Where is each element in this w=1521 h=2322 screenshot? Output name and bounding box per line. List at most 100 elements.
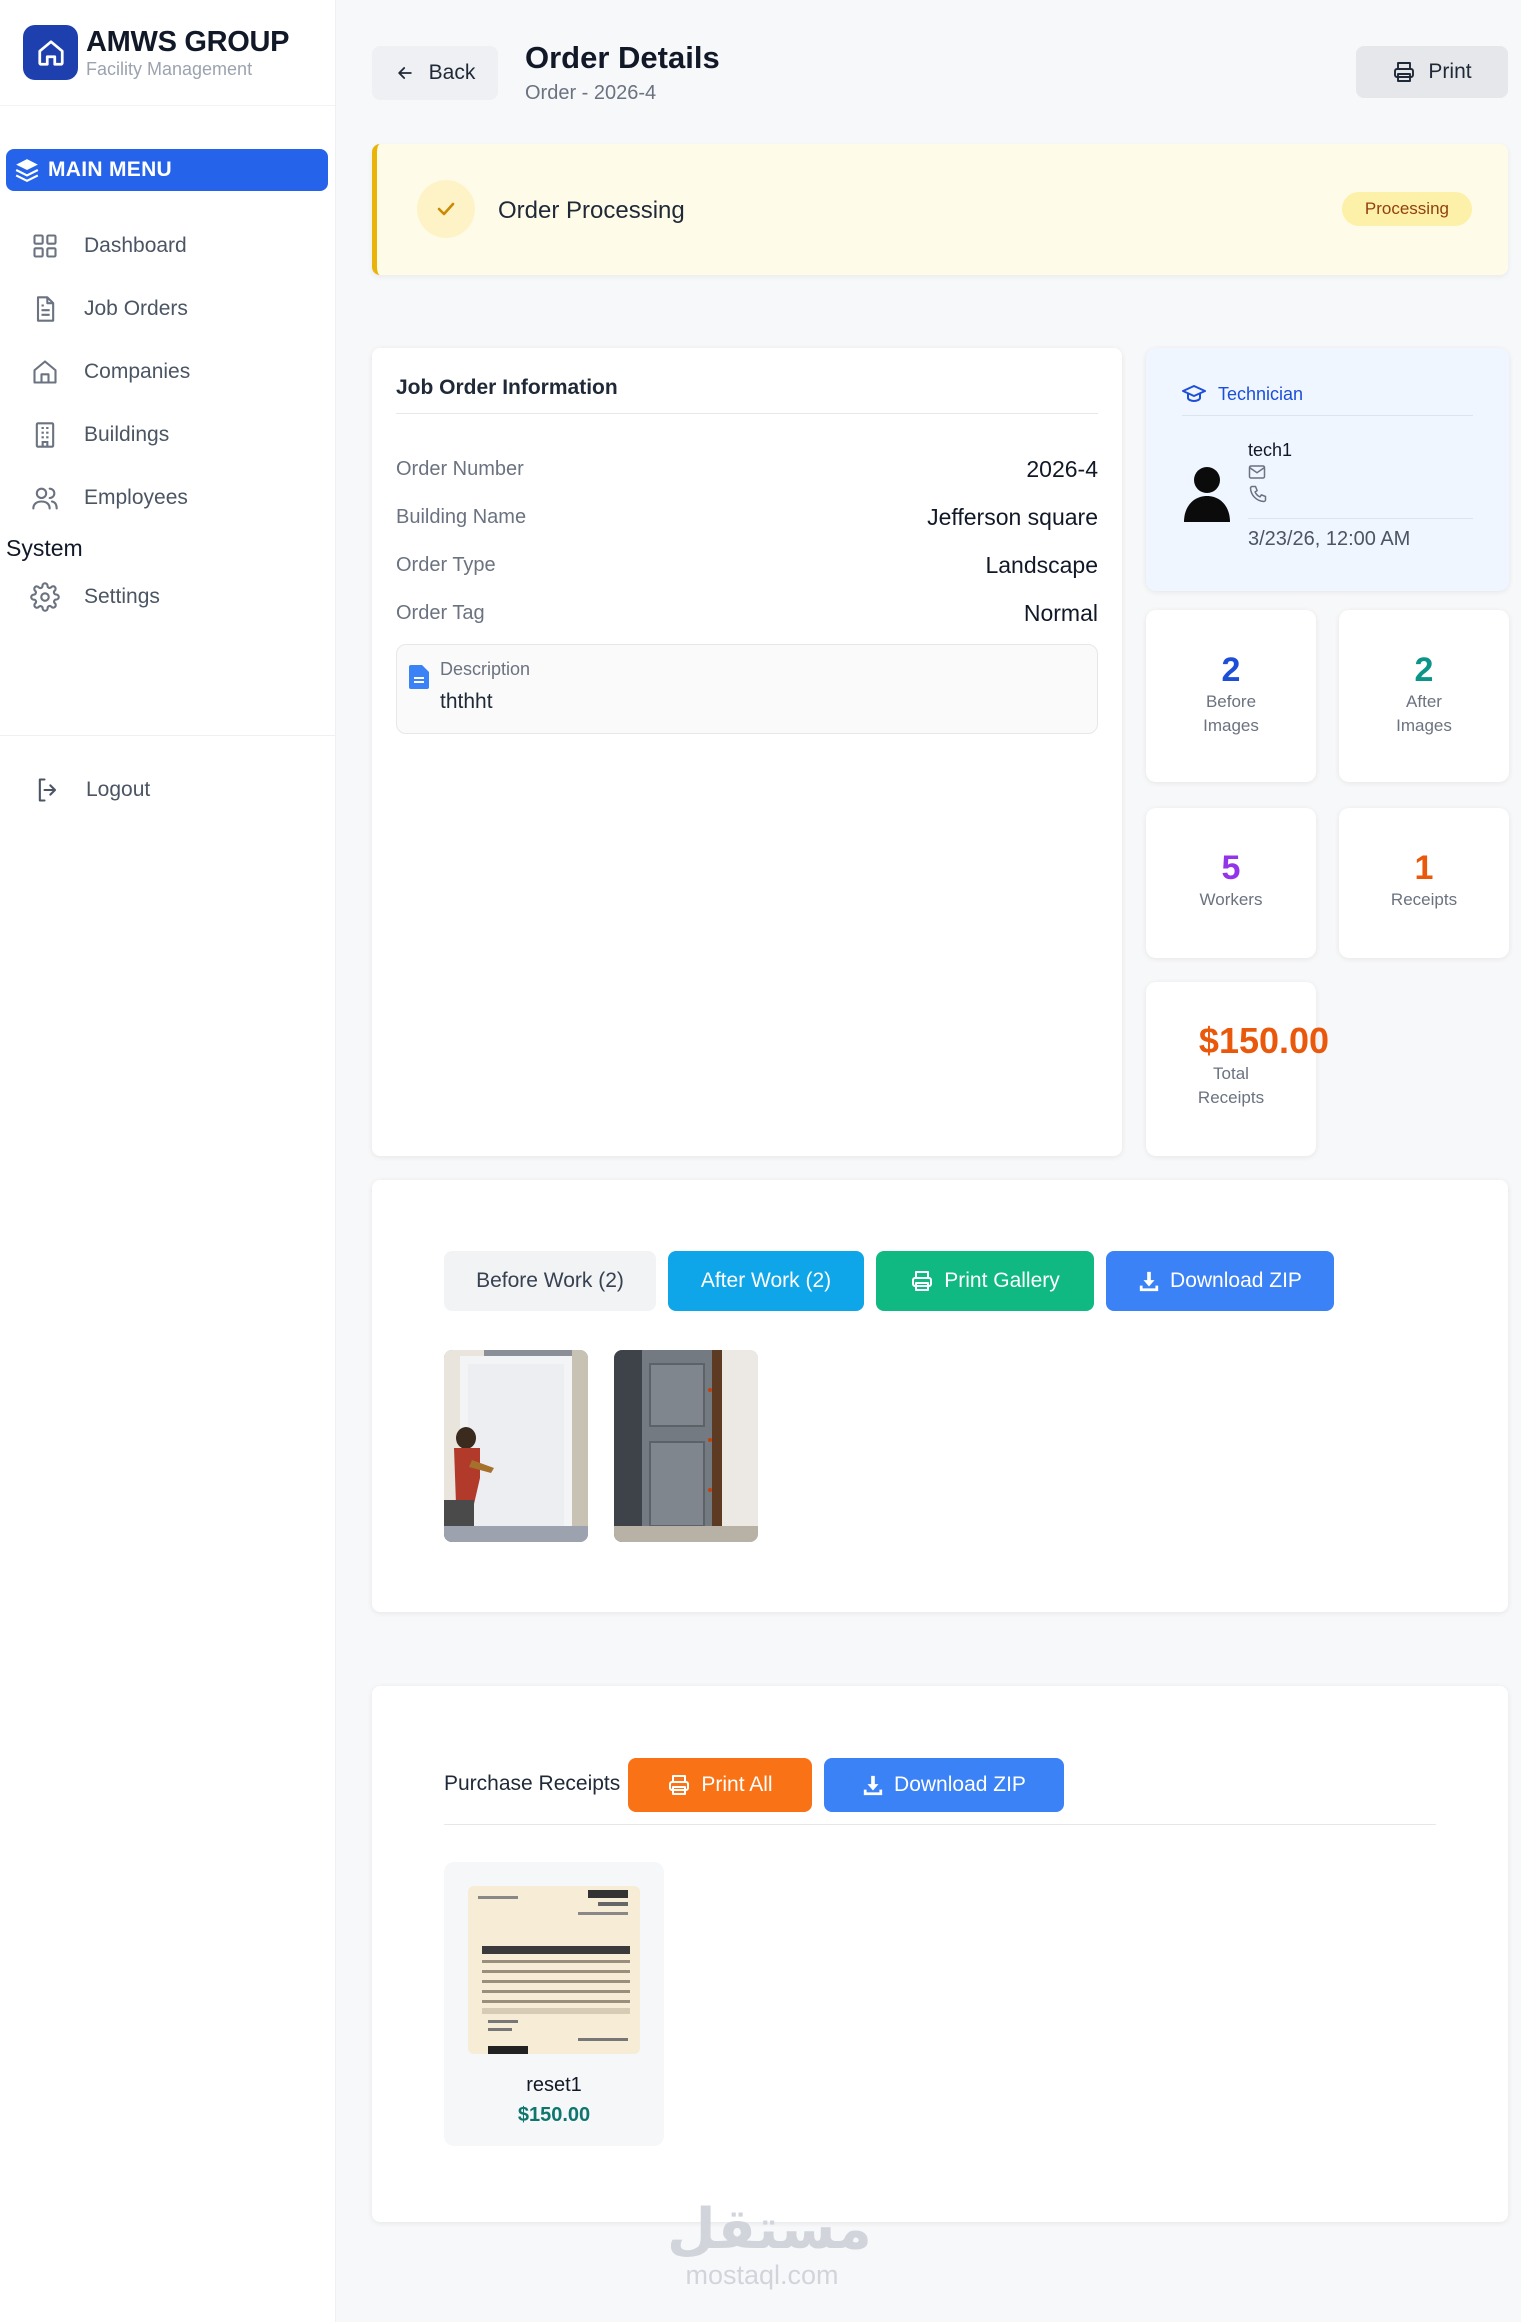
sidebar-item-settings[interactable]: Settings bbox=[30, 577, 160, 617]
sidebar-item-employees[interactable]: Employees bbox=[30, 478, 188, 518]
graduation-cap-icon bbox=[1182, 385, 1206, 402]
printer-icon bbox=[912, 1271, 933, 1291]
file-text-icon bbox=[409, 665, 429, 689]
sidebar-item-companies[interactable]: Companies bbox=[30, 352, 190, 392]
receipt-image[interactable] bbox=[468, 1886, 640, 2054]
status-badge: Processing bbox=[1341, 192, 1472, 226]
technician-heading: Technician bbox=[1182, 384, 1473, 416]
print-gallery-button[interactable]: Print Gallery bbox=[876, 1251, 1094, 1311]
info-row-building-name: Building Name Jefferson square bbox=[396, 502, 1098, 532]
tab-after-label: After Work (2) bbox=[700, 1269, 832, 1292]
download-zip-button[interactable]: Download ZIP bbox=[1106, 1251, 1334, 1311]
stat-value: 5 bbox=[1221, 849, 1241, 887]
description-text: ththht bbox=[440, 690, 493, 713]
stat-value: 2 bbox=[1414, 651, 1434, 689]
watermark-latin: mostaql.com bbox=[685, 2260, 839, 2290]
check-icon bbox=[417, 180, 475, 238]
tab-before-work[interactable]: Before Work (2) bbox=[444, 1251, 656, 1311]
printer-icon bbox=[669, 1775, 690, 1795]
sidebar-item-label: Dashboard bbox=[84, 234, 187, 257]
technician-card: Technician tech1 3/23/26, 12:00 AM bbox=[1146, 348, 1509, 591]
stat-label: Before bbox=[1205, 692, 1257, 711]
download-icon bbox=[863, 1775, 883, 1796]
arrow-left-icon bbox=[397, 67, 412, 79]
info-label: Order Type bbox=[396, 553, 496, 576]
home-icon bbox=[30, 357, 60, 387]
info-label: Order Tag bbox=[396, 601, 485, 624]
mail-icon[interactable] bbox=[1248, 464, 1266, 480]
logout-label: Logout bbox=[86, 778, 151, 801]
info-heading: Job Order Information bbox=[396, 376, 1098, 414]
download-icon bbox=[1139, 1271, 1159, 1292]
gallery-image-door-painting[interactable] bbox=[444, 1350, 588, 1542]
stat-value: 1 bbox=[1414, 849, 1434, 887]
print-button[interactable]: Print bbox=[1356, 46, 1508, 98]
page-title: Order Details bbox=[525, 40, 720, 75]
receipts-card: Purchase Receipts Print All Download ZIP bbox=[372, 1686, 1508, 2222]
sidebar-item-label: Employees bbox=[84, 486, 188, 509]
phone-icon[interactable] bbox=[1248, 484, 1268, 504]
sidebar: AMWS GROUP Facility Management MAIN MENU… bbox=[0, 0, 336, 2322]
info-value: 2026-4 bbox=[1026, 455, 1098, 482]
user-avatar-icon bbox=[1184, 467, 1230, 522]
home-logo-icon bbox=[23, 25, 78, 80]
brand-subtitle: Facility Management bbox=[86, 58, 253, 79]
sidebar-item-label: Job Orders bbox=[84, 297, 188, 320]
stat-label: Images bbox=[1396, 716, 1452, 735]
technician-heading-label: Technician bbox=[1218, 384, 1304, 404]
sidebar-item-job-orders[interactable]: Job Orders bbox=[30, 289, 188, 329]
receipts-download-label: Download ZIP bbox=[894, 1773, 1026, 1796]
building-icon bbox=[30, 420, 60, 450]
users-icon bbox=[30, 483, 60, 513]
description-label: Description bbox=[440, 659, 531, 679]
status-title: Order Processing bbox=[498, 197, 685, 224]
print-all-label: Print All bbox=[701, 1773, 773, 1796]
print-all-button[interactable]: Print All bbox=[628, 1758, 812, 1812]
print-label: Print bbox=[1428, 60, 1472, 83]
info-label: Building Name bbox=[396, 505, 527, 528]
stat-label: Images bbox=[1203, 716, 1259, 735]
logout-button[interactable]: Logout bbox=[34, 770, 150, 810]
brand[interactable]: AMWS GROUP Facility Management bbox=[0, 0, 335, 106]
logout-icon bbox=[34, 776, 62, 804]
technician-divider bbox=[1248, 518, 1473, 519]
status-banner: Order Processing Processing bbox=[372, 144, 1508, 275]
info-label: Order Number bbox=[396, 457, 524, 480]
sidebar-item-dashboard[interactable]: Dashboard bbox=[30, 226, 187, 266]
description-box: Description ththht bbox=[396, 644, 1098, 734]
receipt-name: reset1 bbox=[526, 2074, 582, 2096]
back-label: Back bbox=[428, 61, 476, 84]
receipts-download-zip-button[interactable]: Download ZIP bbox=[824, 1758, 1064, 1812]
info-value: Landscape bbox=[985, 551, 1098, 578]
stat-label: After bbox=[1406, 692, 1442, 711]
info-row-order-tag: Order Tag Normal bbox=[396, 598, 1098, 628]
sidebar-item-label: Settings bbox=[84, 585, 160, 608]
tab-after-work[interactable]: After Work (2) bbox=[668, 1251, 864, 1311]
sidebar-item-label: Buildings bbox=[84, 423, 170, 446]
sidebar-item-buildings[interactable]: Buildings bbox=[30, 415, 169, 455]
layers-icon bbox=[15, 159, 39, 183]
main-menu-heading[interactable]: MAIN MENU bbox=[6, 149, 328, 191]
print-gallery-label: Print Gallery bbox=[944, 1269, 1060, 1292]
watermark-logo: مستقل mostaql.com bbox=[667, 2197, 872, 2291]
receipt-item[interactable]: reset1 $150.00 bbox=[444, 1862, 664, 2146]
download-zip-label: Download ZIP bbox=[1170, 1269, 1302, 1292]
stat-total-receipts: $150.00 Total Receipts bbox=[1146, 982, 1329, 1156]
stat-after-images: 2 After Images bbox=[1339, 610, 1509, 782]
stat-before-images: 2 Before Images bbox=[1146, 610, 1316, 782]
grid-icon bbox=[30, 231, 60, 261]
technician-name: tech1 bbox=[1248, 440, 1293, 460]
stat-value: $150.00 bbox=[1198, 1020, 1330, 1061]
stat-receipts: 1 Receipts bbox=[1339, 808, 1509, 958]
receipts-title: Purchase Receipts bbox=[444, 1772, 621, 1795]
stat-label: Receipts bbox=[1197, 1088, 1265, 1107]
back-button[interactable]: Back bbox=[372, 46, 498, 100]
job-order-info-card: Job Order Information Order Number 2026-… bbox=[372, 348, 1122, 1156]
gallery-card: Before Work (2) After Work (2) Print Gal… bbox=[372, 1180, 1508, 1612]
gallery-image-grey-door[interactable] bbox=[614, 1350, 758, 1542]
info-row-order-number: Order Number 2026-4 bbox=[396, 454, 1098, 484]
info-row-order-type: Order Type Landscape bbox=[396, 550, 1098, 580]
technician-date: 3/23/26, 12:00 AM bbox=[1248, 528, 1411, 550]
receipts-divider bbox=[444, 1824, 1436, 1825]
watermark-arabic: مستقل bbox=[667, 2197, 872, 2262]
